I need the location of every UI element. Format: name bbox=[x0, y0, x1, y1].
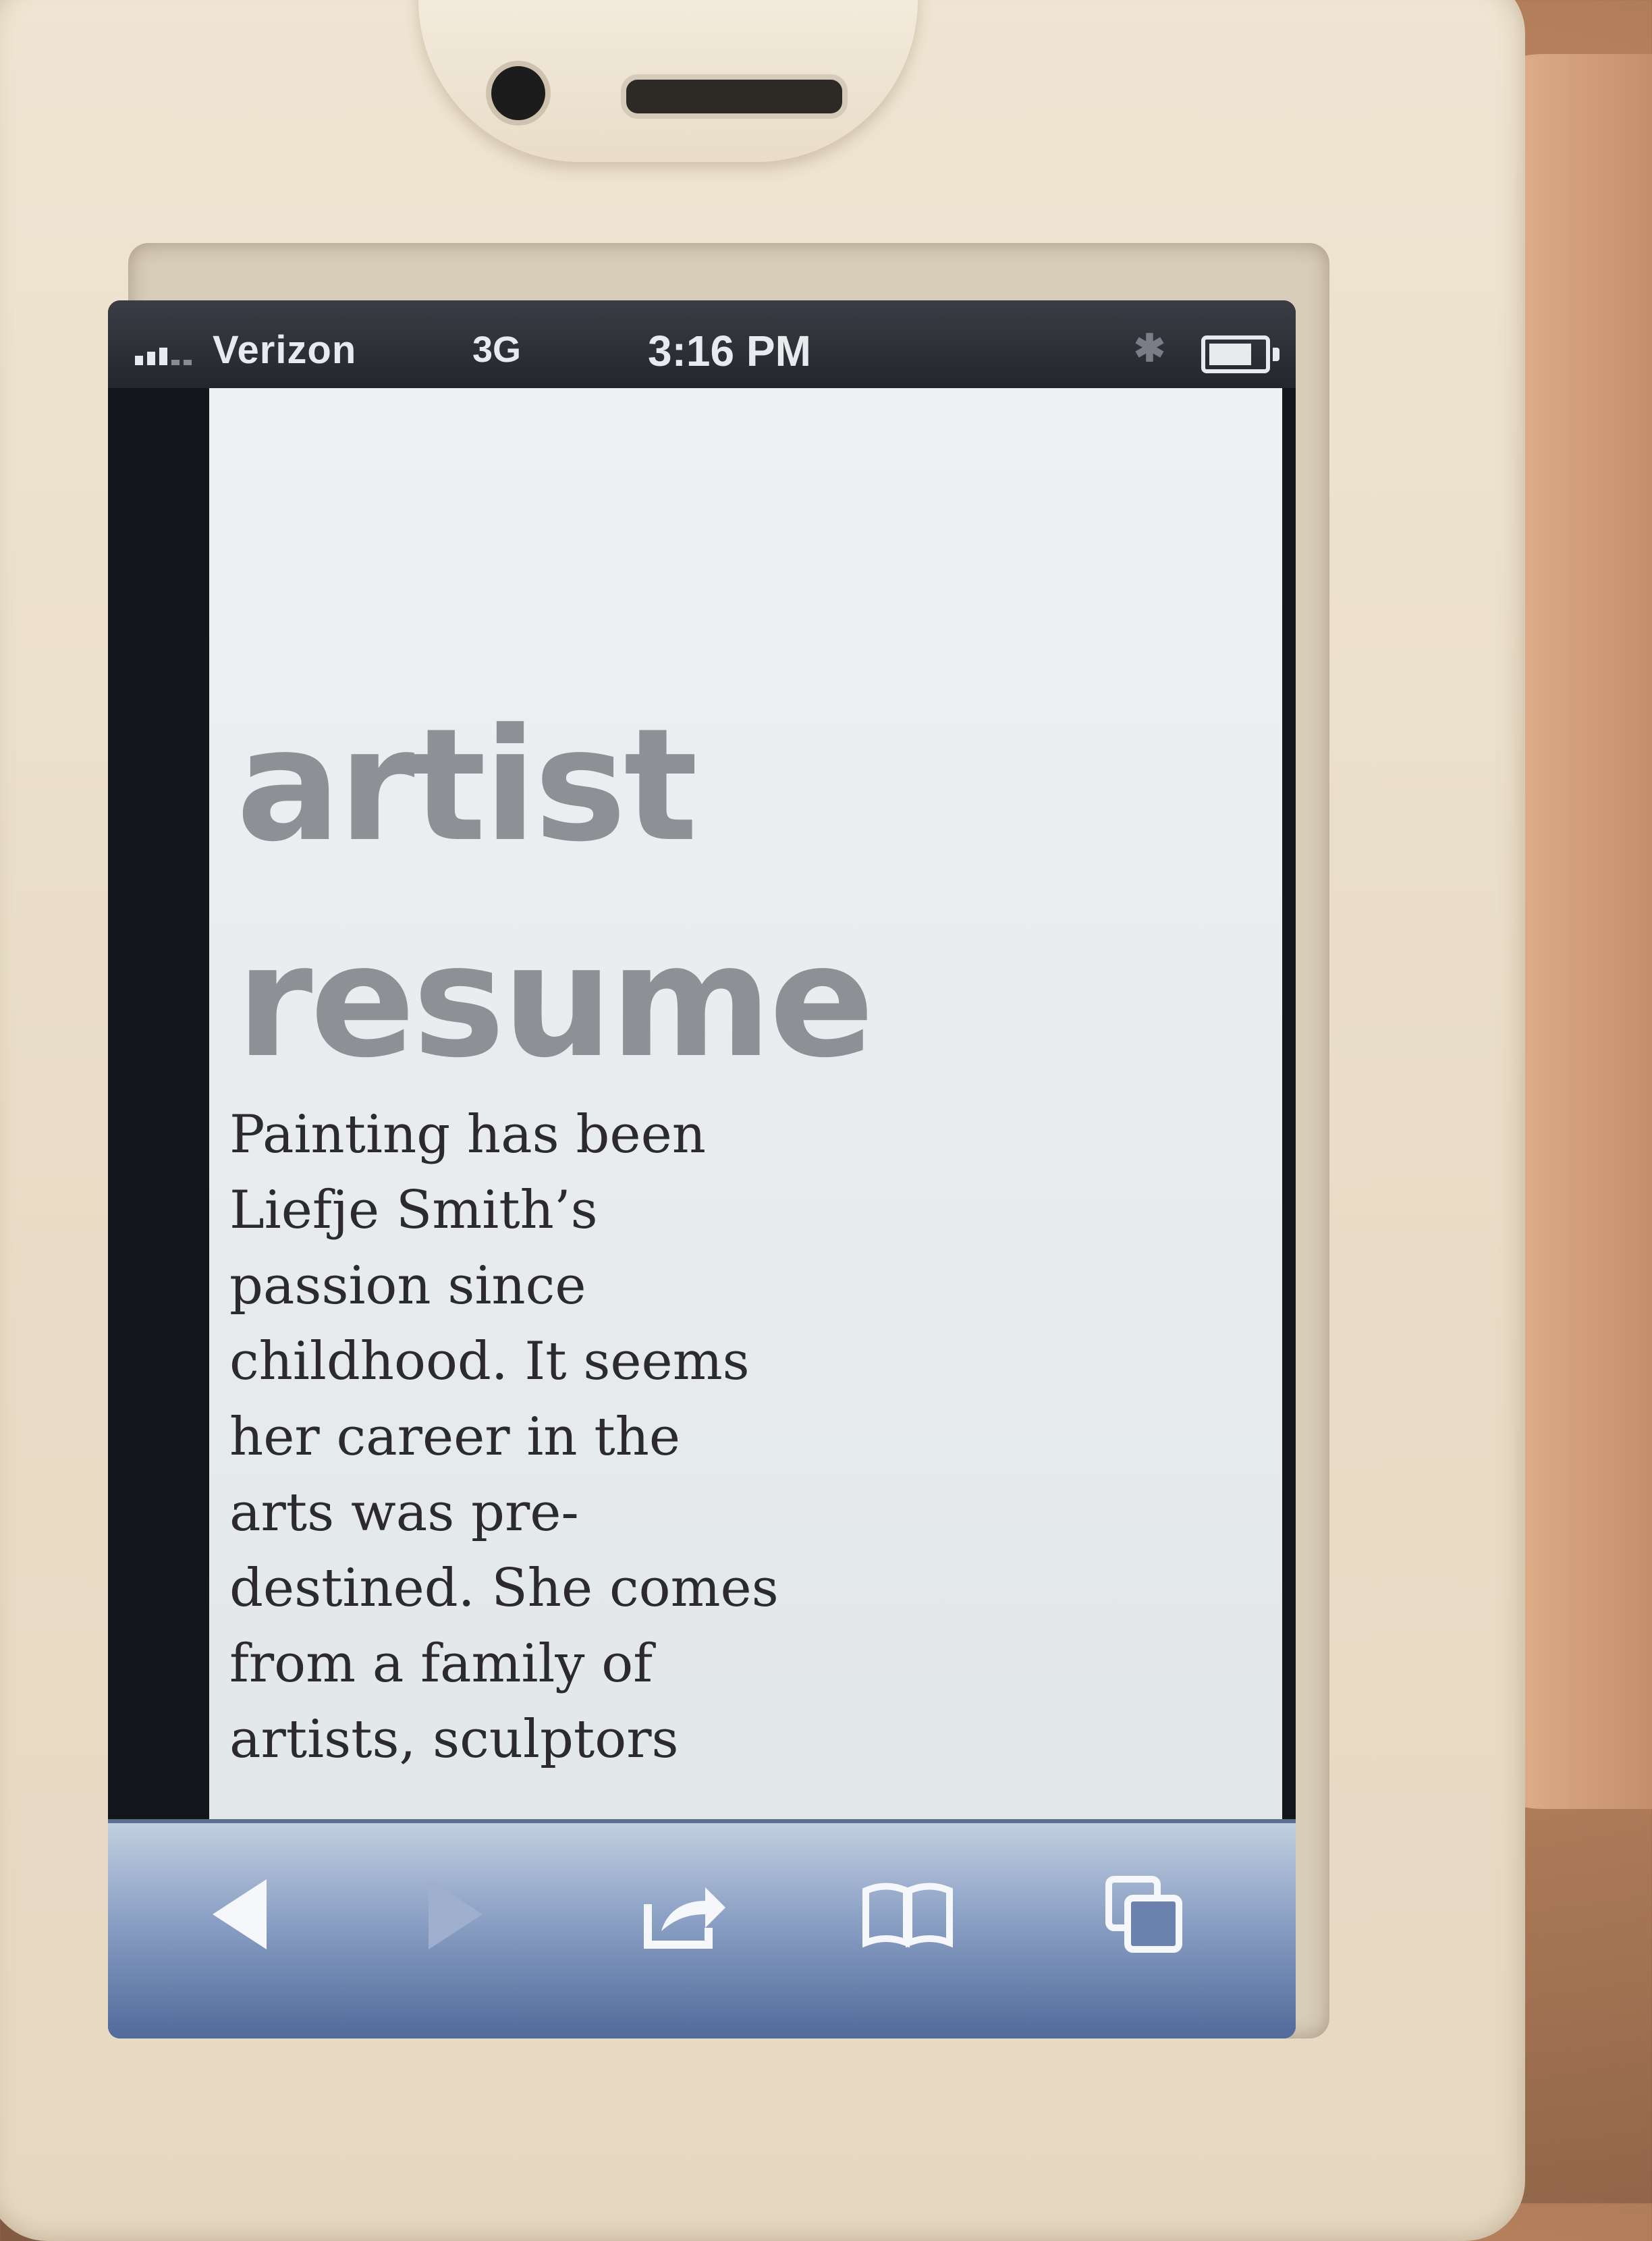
paragraph-line: arts was pre- bbox=[229, 1482, 579, 1543]
paragraph-line: artists, sculptors bbox=[229, 1709, 679, 1770]
tabs-icon bbox=[1105, 1876, 1182, 1953]
page-title: artist resume bbox=[236, 678, 875, 1110]
signal-strength-icon bbox=[135, 348, 192, 365]
forward-button[interactable] bbox=[405, 1864, 506, 1965]
bookmarks-button[interactable] bbox=[857, 1864, 958, 1965]
paragraph-line: Liefje Smith’s bbox=[229, 1180, 598, 1241]
paragraph-line: Painting has been bbox=[229, 1104, 706, 1165]
paragraph-line: from a family of bbox=[229, 1634, 653, 1694]
phone-screen: Verizon 3G 3:16 PM ✱ artist resume Paint… bbox=[108, 300, 1296, 2039]
bluetooth-icon: ✱ bbox=[1134, 327, 1165, 369]
battery-icon bbox=[1201, 335, 1279, 373]
status-bar: Verizon 3G 3:16 PM ✱ bbox=[108, 300, 1296, 388]
forward-arrow-icon bbox=[429, 1879, 483, 1949]
paragraph-line: destined. She comes bbox=[229, 1558, 779, 1619]
speaker-grille-icon bbox=[621, 74, 848, 119]
carrier-name: Verizon bbox=[213, 328, 357, 372]
page-title-line: resume bbox=[236, 912, 875, 1092]
page-title-line: artist bbox=[236, 696, 698, 876]
intro-paragraph: Painting has been Liefje Smith’s passion… bbox=[229, 1097, 779, 1777]
network-type: 3G bbox=[472, 329, 522, 370]
book-icon bbox=[862, 1883, 953, 1948]
tabs-button[interactable] bbox=[1093, 1864, 1194, 1965]
browser-toolbar bbox=[108, 1819, 1296, 2039]
paragraph-line: passion since bbox=[229, 1256, 586, 1316]
back-arrow-icon bbox=[213, 1879, 267, 1949]
share-icon bbox=[644, 1887, 725, 1949]
web-page-content[interactable]: artist resume Painting has been Liefje S… bbox=[209, 388, 1282, 1826]
status-time: 3:16 PM bbox=[648, 327, 811, 375]
share-button[interactable] bbox=[634, 1864, 736, 1965]
paragraph-line: childhood. It seems bbox=[229, 1331, 750, 1392]
back-button[interactable] bbox=[189, 1864, 290, 1965]
paragraph-line: her career in the bbox=[229, 1407, 681, 1467]
front-camera-icon bbox=[486, 61, 551, 126]
